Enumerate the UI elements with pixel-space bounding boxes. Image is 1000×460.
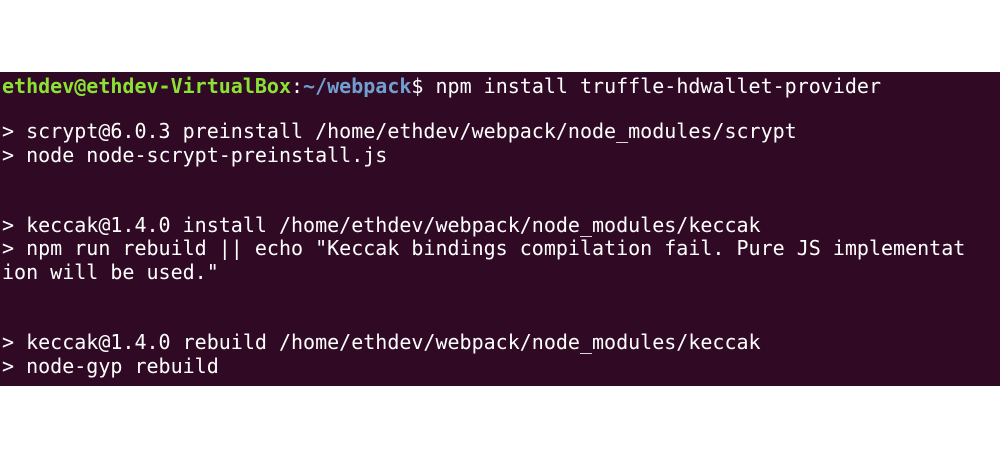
prompt-symbol: $ [411,74,424,98]
output-line-keccak-install: > keccak@1.4.0 install /home/ethdev/webp… [2,213,761,237]
prompt-user-host: ethdev@ethdev-VirtualBox [2,74,291,98]
output-line-keccak-rebuild: > keccak@1.4.0 rebuild /home/ethdev/webp… [2,330,761,354]
prompt-separator: : [290,74,304,98]
output-line-node-gyp: > node-gyp rebuild [2,354,219,378]
output-line-keccak-rebuild-cmd-wrap: ion will be used." [2,260,219,284]
output-line-keccak-rebuild-cmd: > npm run rebuild || echo "Keccak bindin… [2,236,966,260]
prompt-command: npm install truffle-hdwallet-provider [423,74,882,98]
prompt-path: ~/webpack [303,74,412,98]
output-line-scrypt-preinstall: > scrypt@6.0.3 preinstall /home/ethdev/w… [2,119,797,143]
prompt-line: ethdev@ethdev-VirtualBox:~/webpack$ npm … [2,74,881,98]
output-line-scrypt-node: > node node-scrypt-preinstall.js [2,143,388,167]
terminal-window[interactable]: ethdev@ethdev-VirtualBox:~/webpack$ npm … [0,72,1000,386]
